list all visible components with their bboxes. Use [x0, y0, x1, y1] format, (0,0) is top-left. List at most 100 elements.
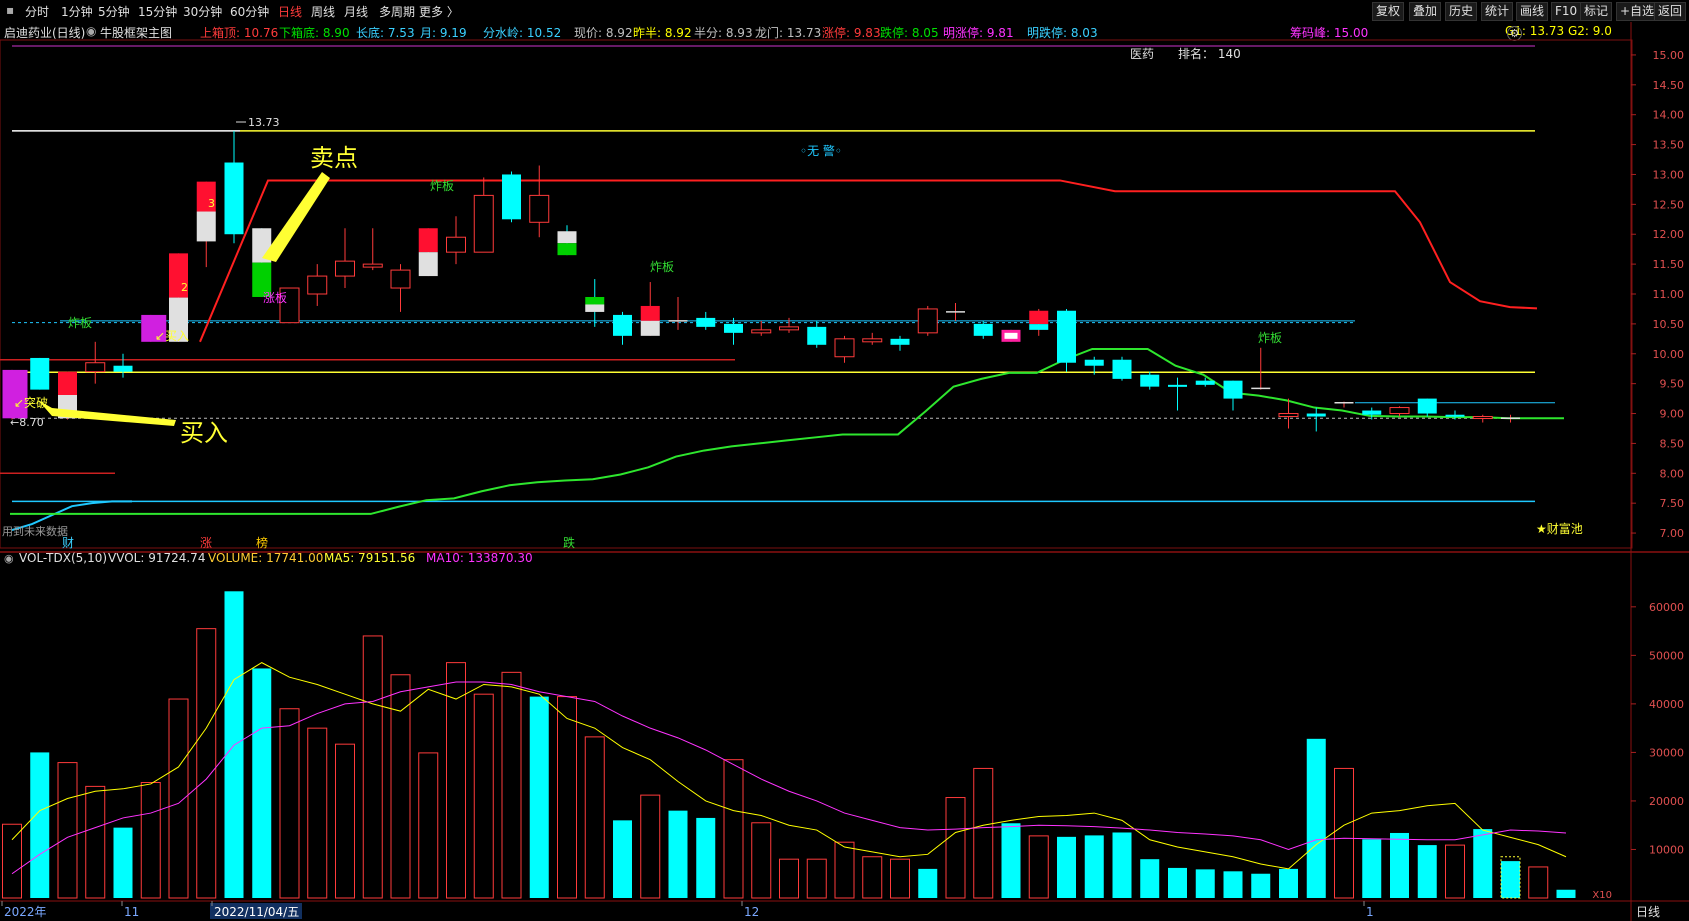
volume-bar — [1362, 839, 1382, 898]
candle — [1057, 308, 1076, 372]
x-axis-label: 11 — [124, 905, 139, 919]
price-tick-label: 11.50 — [1653, 258, 1685, 271]
candle-body — [640, 305, 660, 321]
candle — [1472, 414, 1493, 423]
candle — [1001, 329, 1021, 342]
event-bang: 榜 — [256, 535, 268, 550]
candle-body — [418, 252, 438, 277]
volume-bar — [168, 698, 189, 899]
candle-body — [502, 174, 521, 220]
candle — [1334, 401, 1354, 408]
candle-body — [1195, 380, 1215, 385]
candle — [779, 317, 799, 333]
volume-value: VOLUME: 17741.00 — [208, 551, 323, 565]
candle — [1195, 377, 1215, 387]
price-tick-label: 7.50 — [1660, 497, 1685, 510]
volume-bar — [85, 785, 106, 899]
candle — [418, 228, 438, 277]
candle-body — [30, 357, 50, 390]
candle-body — [1389, 407, 1410, 415]
volume-bar — [501, 671, 522, 899]
candle — [30, 357, 50, 390]
volume-bar — [613, 820, 632, 898]
price-tick-label: 15.00 — [1653, 49, 1685, 62]
candle-body — [1168, 384, 1187, 387]
price-tick-label: 13.50 — [1653, 139, 1685, 152]
ma5-value: MA5: 79151.56 — [324, 551, 415, 565]
candle-body — [834, 338, 855, 358]
candle-body — [58, 371, 77, 396]
volume-bar — [834, 841, 855, 899]
volume-bar — [1279, 868, 1298, 898]
volume-bar — [1473, 829, 1493, 898]
candle — [362, 228, 383, 271]
ma5-line — [11, 662, 1567, 870]
volume-bar — [696, 817, 716, 898]
candle — [724, 317, 743, 345]
candle — [446, 216, 466, 265]
candle-body — [1472, 416, 1493, 420]
candle-body — [2, 369, 28, 419]
candle-body — [1029, 324, 1049, 330]
candle — [335, 228, 355, 289]
breakthrough-label: ↙突破 — [14, 395, 48, 410]
limit-break-label: 炸板 — [68, 316, 92, 330]
price-tick-label: 9.00 — [1660, 408, 1685, 421]
candle — [1251, 347, 1271, 390]
price-tick-label: 13.00 — [1653, 168, 1685, 181]
volume-bar — [1528, 866, 1549, 899]
candle-body — [973, 323, 993, 336]
price-tick-label: 14.00 — [1653, 109, 1685, 122]
high-price-label: 13.73 — [248, 116, 280, 129]
volume-bar — [57, 762, 78, 899]
candle — [1168, 377, 1187, 411]
volume-bar — [640, 794, 661, 899]
candle-body — [446, 236, 466, 253]
volume-bar — [446, 662, 466, 899]
candle — [1389, 406, 1410, 417]
volume-bar — [557, 696, 577, 899]
candle — [1417, 398, 1437, 417]
ma10-line — [11, 681, 1567, 875]
candle-body — [1084, 359, 1104, 366]
candle-body — [418, 228, 438, 253]
volume-bar — [1251, 873, 1271, 898]
candle-body — [696, 317, 716, 327]
candle-body — [196, 211, 216, 242]
candle — [224, 130, 244, 244]
volume-bar — [390, 674, 411, 899]
candle-body — [917, 308, 938, 334]
volume-bar — [1028, 835, 1049, 899]
candle — [1029, 308, 1049, 336]
buy-point-label: 买入 — [180, 419, 228, 447]
candle — [196, 181, 216, 268]
candle — [668, 296, 688, 330]
candle — [862, 332, 883, 345]
candle-body — [473, 194, 494, 253]
candle — [834, 335, 855, 363]
volume-bar — [2, 823, 22, 899]
candle — [557, 225, 577, 256]
candle — [696, 311, 716, 330]
volume-tick-label: 60000 — [1649, 601, 1684, 614]
volume-tick-label: 50000 — [1649, 649, 1684, 662]
volume-bar — [945, 797, 966, 899]
x-axis-label: 12 — [744, 905, 759, 919]
volume-tick-label: 30000 — [1649, 746, 1684, 759]
volume-bar — [1168, 867, 1187, 898]
volume-bar — [335, 743, 355, 899]
volume-bar — [1223, 871, 1243, 898]
candle-body — [613, 314, 632, 336]
candle-body — [1029, 310, 1049, 325]
volume-bar — [30, 752, 50, 898]
future-data-label: 用到未来数据 — [2, 524, 68, 538]
buy-arrow — [52, 408, 176, 426]
volume-tick-label: 10000 — [1649, 843, 1684, 856]
limit-break-label: 炸板 — [1258, 331, 1282, 345]
candle-body — [224, 162, 244, 235]
candle — [1306, 407, 1326, 432]
volume-bar — [1195, 869, 1215, 898]
candle — [640, 282, 660, 336]
volume-bar — [918, 868, 938, 898]
price-tick-label: 8.50 — [1660, 437, 1685, 450]
